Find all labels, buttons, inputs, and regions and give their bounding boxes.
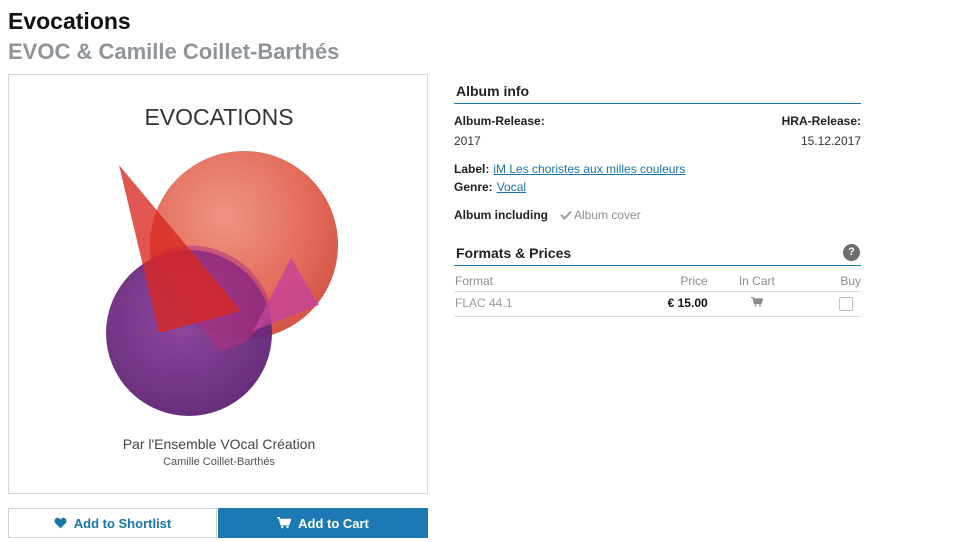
album-cover-art: EVOCATIONS Par l'Ensemble VOcal Création…	[106, 104, 338, 468]
release-row: Album-Release: 2017 HRA-Release: 15.12.2…	[454, 112, 861, 148]
formats-table: Format Price In Cart Buy FLAC 44.1 € 15.…	[454, 272, 861, 317]
table-row: FLAC 44.1 € 15.00	[454, 291, 861, 317]
genre-row: Genre: Vocal	[454, 180, 861, 194]
label-link[interactable]: iM Les choristes aux milles couleurs	[493, 162, 685, 176]
album-info-panel: Album info Album-Release: 2017 HRA-Relea…	[454, 80, 861, 317]
heart-icon	[54, 517, 67, 529]
album-artist[interactable]: EVOC & Camille Coillet-Barthés	[8, 39, 339, 65]
album-info-heading: Album info	[454, 80, 861, 104]
cover-line2: Camille Coillet-Barthés	[163, 456, 275, 468]
album-title: Evocations	[8, 8, 131, 34]
col-format: Format	[454, 272, 602, 292]
album-cover[interactable]: EVOCATIONS Par l'Ensemble VOcal Création…	[8, 74, 428, 494]
cart-icon	[750, 297, 764, 307]
hra-release-value: 15.12.2017	[800, 134, 861, 148]
genre-label: Genre:	[454, 180, 493, 194]
hra-release-label: HRA-Release:	[781, 114, 861, 128]
formats-heading-text: Formats & Prices	[456, 245, 572, 261]
genre-link[interactable]: Vocal	[497, 180, 526, 194]
cart-icon	[277, 517, 292, 529]
col-in-cart: In Cart	[709, 272, 803, 292]
checkmark-icon	[560, 210, 572, 220]
in-cart-cell	[709, 291, 803, 317]
label-row: Label: iM Les choristes aux milles couleu…	[454, 162, 861, 176]
format-cell: FLAC 44.1	[454, 291, 602, 317]
album-including-row: Album including Album cover	[454, 208, 861, 222]
shortlist-label: Add to Shortlist	[73, 515, 172, 531]
release-value: 2017	[454, 134, 481, 148]
label-label: Label:	[454, 162, 490, 176]
release-label: Album-Release:	[454, 114, 545, 128]
price-cell: € 15.00	[601, 291, 710, 317]
add-to-shortlist-button[interactable]: Add to Shortlist	[8, 508, 217, 538]
formats-header-row: Format Price In Cart Buy	[454, 272, 861, 292]
help-icon[interactable]: ?	[843, 244, 860, 261]
cart-label: Add to Cart	[298, 515, 369, 531]
col-buy: Buy	[802, 272, 861, 292]
add-to-cart-button[interactable]: Add to Cart	[218, 508, 428, 538]
buy-checkbox[interactable]	[839, 296, 853, 311]
formats-heading: Formats & Prices ?	[454, 242, 861, 266]
including-value: Album cover	[574, 208, 641, 222]
cover-line1: Par l'Ensemble VOcal Création	[123, 436, 316, 452]
cover-heading: EVOCATIONS	[144, 104, 293, 130]
including-label: Album including	[454, 208, 548, 222]
col-price: Price	[601, 272, 710, 292]
buy-cell	[802, 291, 861, 317]
